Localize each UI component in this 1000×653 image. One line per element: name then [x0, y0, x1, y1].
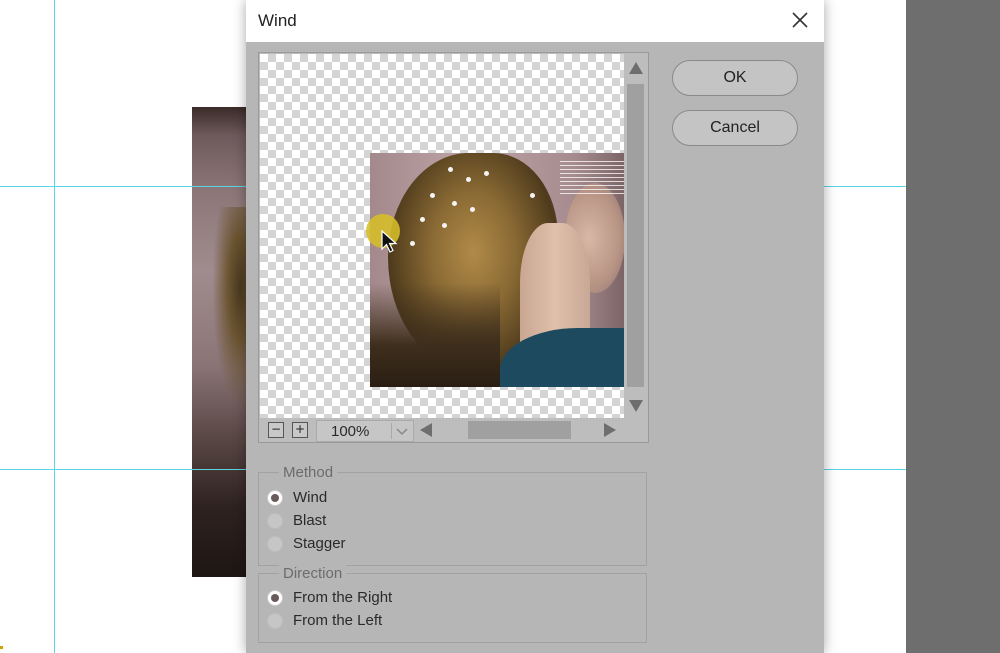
scroll-down-arrow-icon[interactable]	[628, 398, 644, 414]
radio-button-selected[interactable]	[267, 590, 283, 606]
ok-button[interactable]: OK	[672, 60, 798, 96]
direction-group: Direction From the Right From the Left	[258, 565, 647, 643]
preview-canvas[interactable]	[260, 54, 624, 418]
mouse-pointer-icon	[381, 230, 398, 253]
radio-label: From the Right	[293, 589, 393, 606]
method-group: Method Wind Blast Stagger	[258, 464, 647, 566]
radio-label: Blast	[293, 512, 327, 529]
dialog-titlebar: Wind	[246, 0, 824, 42]
preview-vertical-scrollbar[interactable]	[625, 54, 646, 418]
guide-line-vertical	[54, 0, 55, 653]
vertical-scroll-thumb[interactable]	[627, 84, 644, 387]
scroll-right-arrow-icon[interactable]	[602, 422, 618, 438]
zoom-level-select[interactable]: 100%	[316, 420, 414, 442]
horizontal-scroll-thumb[interactable]	[468, 421, 571, 439]
radio-button[interactable]	[267, 513, 283, 529]
dialog-title: Wind	[258, 11, 297, 30]
preview-zoom-bar: − + 100%	[260, 419, 624, 442]
direction-group-label: Direction	[279, 565, 347, 582]
zoom-in-button[interactable]: +	[292, 422, 308, 438]
workspace-side-panel	[906, 0, 1000, 653]
filter-preview: − + 100%	[258, 52, 649, 443]
method-group-label: Method	[279, 464, 338, 481]
radio-label: From the Left	[293, 612, 383, 629]
wind-filter-dialog: Wind − + 100% OK Cancel Method Wind Blas…	[246, 0, 824, 653]
scroll-up-arrow-icon[interactable]	[628, 60, 644, 76]
radio-button[interactable]	[267, 536, 283, 552]
radio-label: Wind	[293, 489, 328, 506]
scroll-left-arrow-icon[interactable]	[418, 422, 434, 438]
canvas-marker	[0, 646, 3, 649]
close-icon[interactable]	[786, 6, 814, 34]
radio-button[interactable]	[267, 613, 283, 629]
zoom-out-button[interactable]: −	[268, 422, 284, 438]
radio-button-selected[interactable]	[267, 490, 283, 506]
background-photo-layer	[192, 107, 252, 577]
cancel-button[interactable]: Cancel	[672, 110, 798, 146]
chevron-down-icon[interactable]	[391, 423, 412, 439]
radio-label: Stagger	[293, 535, 346, 552]
preview-image	[370, 153, 624, 387]
zoom-level-value: 100%	[331, 423, 370, 440]
